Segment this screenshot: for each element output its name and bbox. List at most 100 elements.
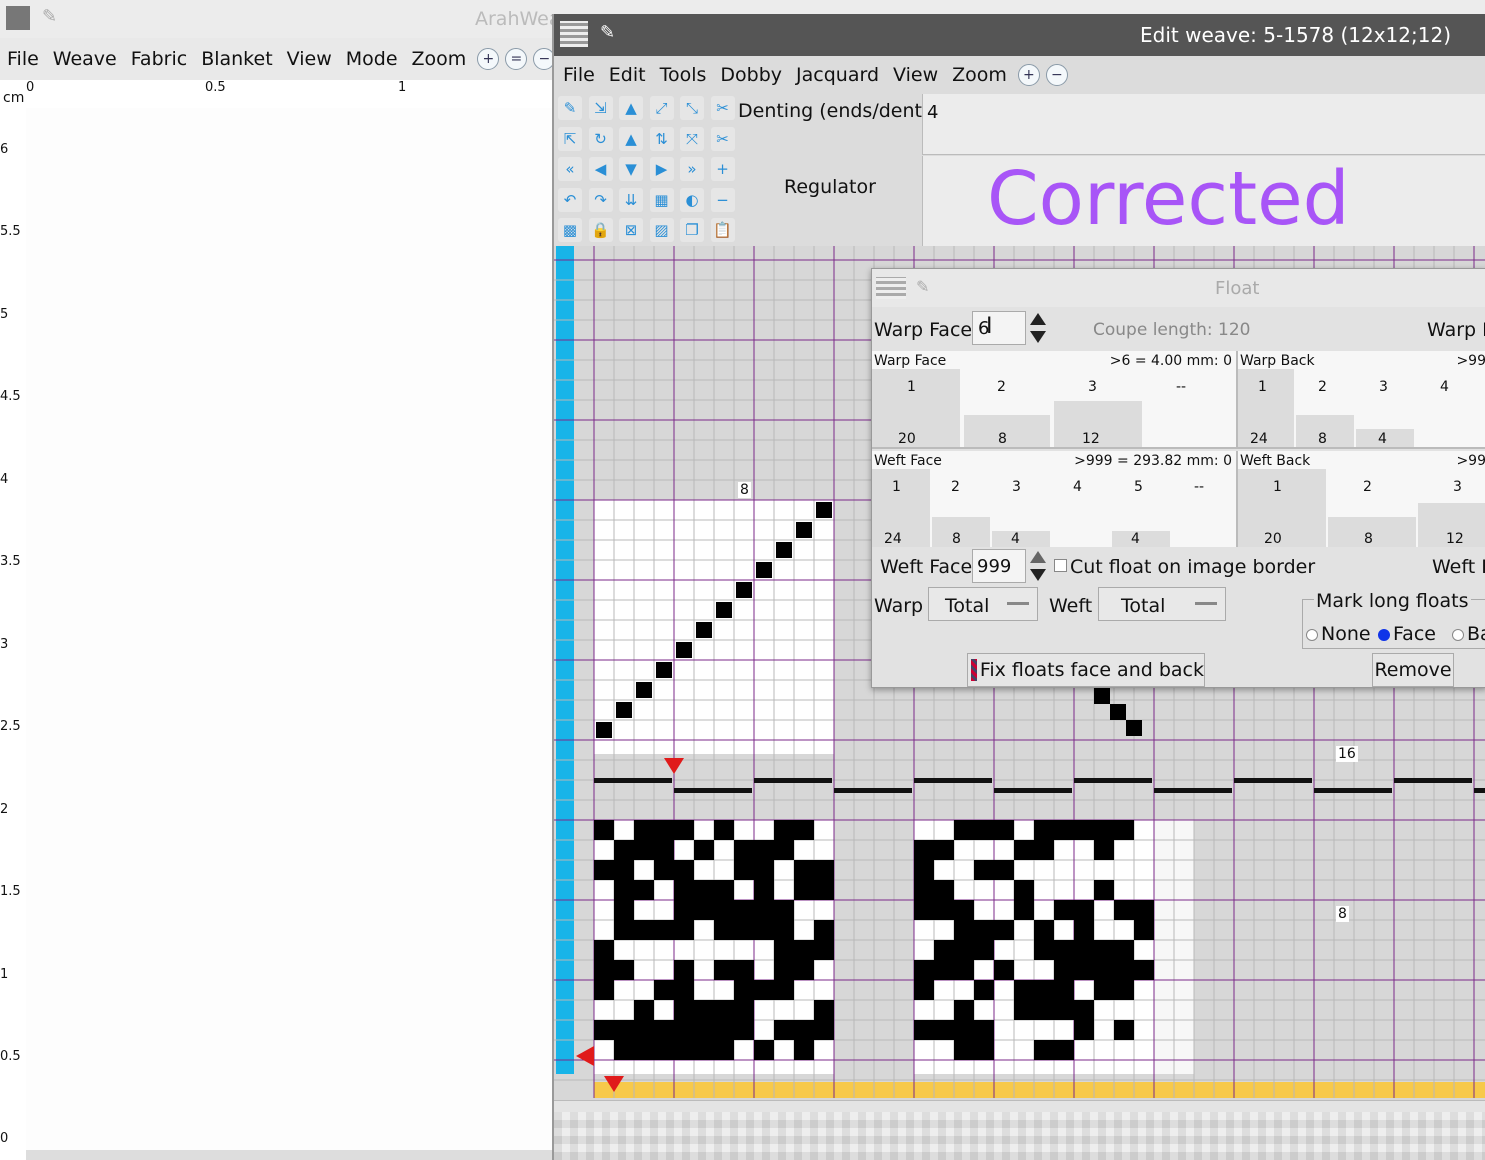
warp-face-spinner[interactable] — [1030, 311, 1046, 345]
zoom-in-icon[interactable]: + — [477, 48, 500, 70]
copy-icon[interactable]: ❐ — [680, 218, 704, 242]
pattern-cell — [1054, 1040, 1074, 1060]
shift-diag-up-icon[interactable]: ⤢ — [649, 96, 674, 120]
clear-icon[interactable]: ⊠ — [619, 218, 643, 242]
marker-triangle[interactable] — [664, 758, 684, 774]
fix-floats-icon — [971, 659, 977, 681]
main-menu-weave[interactable]: Weave — [46, 48, 124, 70]
mirror-v-icon[interactable]: ⇅ — [649, 126, 674, 151]
pattern-cell — [634, 920, 654, 940]
double-down-icon[interactable]: ⇊ — [619, 187, 643, 212]
zoom-fit-icon[interactable]: = — [505, 48, 528, 70]
radio-back[interactable] — [1452, 628, 1464, 641]
pattern-cell — [1134, 960, 1154, 980]
mark-face-option[interactable]: Face — [1378, 623, 1436, 645]
paste-icon[interactable]: 📋 — [710, 218, 735, 242]
rotate-icon[interactable]: ↻ — [588, 126, 613, 151]
weft-back-panel: Weft Back >99 1 2 3 20 8 12 — [1238, 451, 1485, 547]
edit-menu-dobby[interactable]: Dobby — [713, 64, 789, 86]
arrow-left-icon[interactable]: ◀ — [588, 157, 613, 181]
radio-face[interactable] — [1378, 628, 1390, 641]
pattern-cell — [794, 1020, 814, 1040]
plus-icon[interactable]: + — [710, 157, 735, 181]
double-right-icon[interactable]: » — [680, 157, 704, 181]
warp-select[interactable]: Total — [928, 587, 1038, 621]
edit-menu-view[interactable]: View — [886, 64, 945, 86]
pattern-cell — [754, 840, 774, 860]
pattern-cell — [794, 880, 814, 900]
zoom-out-icon[interactable]: − — [1045, 64, 1068, 86]
invert-icon[interactable]: ◐ — [680, 187, 704, 212]
zoom-in-icon[interactable]: + — [1017, 64, 1040, 86]
broom-icon[interactable]: ✎ — [558, 96, 582, 120]
spin-down-icon[interactable] — [1030, 569, 1046, 581]
triangle-up-icon[interactable]: ▲ — [619, 126, 643, 151]
pattern-cell — [714, 920, 734, 940]
mark-back-option[interactable]: Ba — [1452, 623, 1485, 645]
pattern-cell — [594, 960, 614, 980]
fabric-preview[interactable] — [26, 108, 556, 1150]
pattern-cell — [914, 900, 934, 920]
diagonal-cell — [1126, 720, 1142, 736]
pattern-cell — [754, 1040, 774, 1060]
redo-icon[interactable]: ↷ — [588, 187, 613, 212]
pin-icon[interactable]: ✎ — [600, 22, 615, 43]
spin-up-icon[interactable] — [1030, 551, 1046, 563]
shift-diag-down-icon[interactable]: ⤡ — [680, 96, 704, 120]
arrow-up-icon[interactable]: ▲ — [619, 96, 643, 120]
main-menu-blanket[interactable]: Blanket — [194, 48, 279, 70]
import-icon[interactable]: ⇲ — [588, 96, 613, 120]
pattern-icon[interactable]: ▨ — [649, 218, 674, 242]
remove-button[interactable]: Remove — [1372, 653, 1454, 687]
edit-menu-tools[interactable]: Tools — [653, 64, 714, 86]
radio-none[interactable] — [1306, 628, 1318, 641]
edit-menu-file[interactable]: File — [556, 64, 602, 86]
lock-icon[interactable]: 🔒 — [588, 218, 613, 242]
weft-select[interactable]: Total — [1098, 587, 1226, 621]
spin-down-icon[interactable] — [1030, 331, 1046, 343]
fix-floats-button[interactable]: Fix floats face and back — [967, 653, 1205, 687]
pin-icon[interactable]: ✎ — [42, 6, 57, 27]
pattern-cell — [634, 1020, 654, 1040]
pattern-cell — [654, 980, 674, 1000]
scissors-check-icon[interactable]: ✂ — [710, 126, 735, 151]
warp-face-input[interactable]: 6 I — [972, 311, 1026, 345]
undo-icon[interactable]: ↶ — [558, 187, 582, 212]
double-left-icon[interactable]: « — [558, 157, 582, 181]
pattern-cell — [1034, 820, 1054, 840]
cut-float-label: Cut float on image border — [1070, 556, 1316, 578]
weft-face-input[interactable]: 999 — [972, 549, 1026, 583]
spin-up-icon[interactable] — [1030, 313, 1046, 325]
mark-none-option[interactable]: None — [1306, 623, 1371, 645]
edit-menu-zoom[interactable]: Zoom — [945, 64, 1014, 86]
diagonal-cell — [656, 662, 672, 678]
weft-face-spinner[interactable] — [1030, 549, 1046, 583]
main-menu-fabric[interactable]: Fabric — [124, 48, 194, 70]
pattern-cell — [714, 1000, 734, 1020]
mirror-d-icon[interactable]: ⤧ — [680, 126, 704, 151]
edit-menubar: File Edit Tools Dobby Jacquard View Zoom… — [556, 58, 1068, 92]
cut-float-checkbox[interactable] — [1054, 559, 1067, 572]
denting-input-area[interactable]: 4 — [922, 94, 1485, 155]
regulator-area[interactable]: Corrected — [922, 156, 1485, 246]
pin-icon[interactable]: ✎ — [916, 277, 929, 296]
pattern-cell — [734, 900, 754, 920]
scissors-icon[interactable]: ✂ — [710, 96, 735, 120]
export-icon[interactable]: ⇱ — [558, 126, 582, 151]
warp-back-col-3: 3 — [1379, 379, 1388, 395]
checker-icon[interactable]: ▦ — [649, 187, 674, 212]
edit-menu-jacquard[interactable]: Jacquard — [789, 64, 886, 86]
pattern-cell — [914, 980, 934, 1000]
arrow-down-icon[interactable]: ▼ — [619, 157, 643, 181]
main-menu-view[interactable]: View — [280, 48, 339, 70]
edit-title-bar: ✎ Edit weave: 5-1578 (12x12;12) — [554, 14, 1485, 56]
pattern-cell — [1074, 940, 1094, 960]
minus-icon[interactable]: − — [710, 187, 735, 212]
edit-menu-edit[interactable]: Edit — [602, 64, 653, 86]
marker-triangle[interactable] — [576, 1046, 594, 1066]
grid-icon[interactable]: ▩ — [558, 218, 582, 242]
arrow-right-icon[interactable]: ▶ — [649, 157, 674, 181]
main-menu-mode[interactable]: Mode — [339, 48, 405, 70]
fabric-scrollbar[interactable] — [26, 1150, 556, 1160]
main-menu-zoom[interactable]: Zoom — [405, 48, 474, 70]
